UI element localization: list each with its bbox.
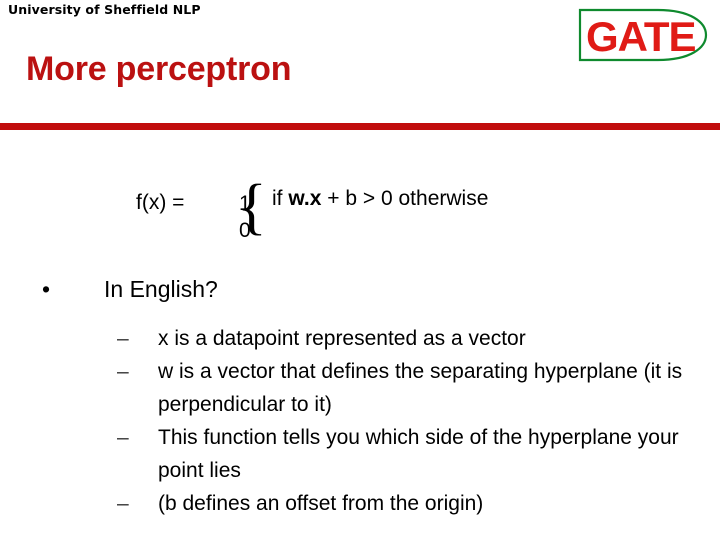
- gate-logo-text: GATE: [586, 13, 696, 60]
- list-item: – This function tells you which side of …: [117, 421, 707, 487]
- formula-condition-row-otherwise: otherwise: [399, 187, 489, 210]
- page-title: More perceptron: [26, 50, 292, 88]
- dash-marker-icon: –: [117, 492, 129, 515]
- slide-canvas: University of Sheffield NLP GATE More pe…: [0, 0, 720, 540]
- perceptron-formula: f(x) = 1 0 { if w.x + b > 0 otherwise: [0, 176, 720, 257]
- formula-left-hand-side: f(x) =: [136, 191, 185, 214]
- bullet-in-english-label: In English?: [104, 276, 218, 302]
- bullet-in-english: • In English?: [42, 274, 702, 304]
- curly-brace-icon: {: [237, 173, 267, 241]
- bullet-marker-icon: •: [42, 276, 51, 302]
- title-divider-rule: [0, 123, 720, 130]
- gate-logo-graphic: GATE: [578, 8, 708, 62]
- formula-condition-row-positive: if w.x + b > 0: [272, 181, 393, 210]
- organisation-label: University of Sheffield NLP: [8, 2, 201, 17]
- formula-condition-otherwise: otherwise: [398, 187, 489, 210]
- list-item-label: (b defines an offset from the origin): [158, 492, 484, 515]
- formula-condition-prefix: if: [272, 187, 289, 210]
- dash-marker-icon: –: [117, 426, 129, 449]
- list-item-label: x is a datapoint represented as a vector: [158, 327, 526, 350]
- list-item: – w is a vector that defines the separat…: [117, 355, 707, 421]
- list-item-label: w is a vector that defines the separatin…: [158, 360, 683, 416]
- formula-condition-vector: w.x: [288, 187, 322, 210]
- sub-bullet-list: – x is a datapoint represented as a vect…: [117, 322, 707, 520]
- formula-condition-suffix: + b > 0: [321, 187, 393, 210]
- dash-marker-icon: –: [117, 360, 129, 383]
- list-item: – (b defines an offset from the origin): [117, 487, 707, 520]
- list-item: – x is a datapoint represented as a vect…: [117, 322, 707, 355]
- dash-marker-icon: –: [117, 327, 129, 350]
- list-item-label: This function tells you which side of th…: [158, 426, 679, 482]
- gate-logo: GATE: [566, 6, 714, 64]
- formula-case-brace-group: 1 0 {: [237, 176, 267, 251]
- formula-case-conditions: if w.x + b > 0 otherwise: [272, 185, 488, 212]
